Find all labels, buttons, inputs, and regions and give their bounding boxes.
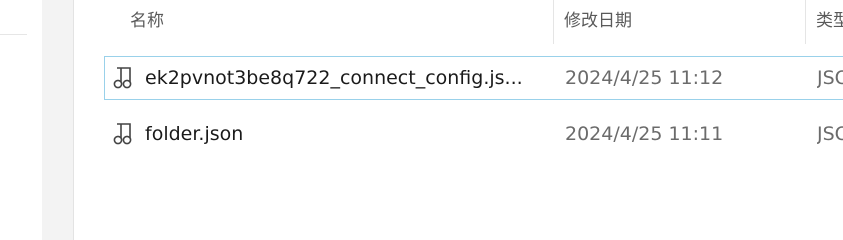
file-row[interactable]: ek2pvnot3be8q722_connect_config.js... 20… (104, 56, 843, 100)
column-resize-handle[interactable] (553, 0, 554, 44)
file-modified-date: 2024/4/25 11:12 (565, 67, 724, 89)
column-header-type[interactable]: 类型 (816, 0, 843, 44)
file-explorer-view: ⌃ 名称 修改日期 类型 ek2pvnot3be8q722_connect_co… (0, 0, 843, 240)
json-file-icon (111, 66, 135, 90)
column-header-date[interactable]: 修改日期 (564, 0, 804, 44)
json-file-icon (111, 122, 135, 146)
file-name: ek2pvnot3be8q722_connect_config.js... (145, 67, 523, 89)
navigation-pane[interactable] (0, 0, 42, 240)
nav-divider (0, 34, 27, 35)
file-modified-date: 2024/4/25 11:11 (565, 123, 724, 145)
column-header-name[interactable]: 名称 (130, 0, 550, 44)
file-type: JSO (817, 123, 843, 145)
file-name: folder.json (145, 123, 244, 145)
column-resize-handle[interactable] (805, 0, 806, 44)
file-row[interactable]: folder.json 2024/4/25 11:11 JSO (104, 112, 843, 156)
column-header-bar: ⌃ 名称 修改日期 类型 (74, 0, 843, 44)
file-type: JSO (817, 67, 843, 89)
pane-splitter[interactable] (42, 0, 73, 240)
